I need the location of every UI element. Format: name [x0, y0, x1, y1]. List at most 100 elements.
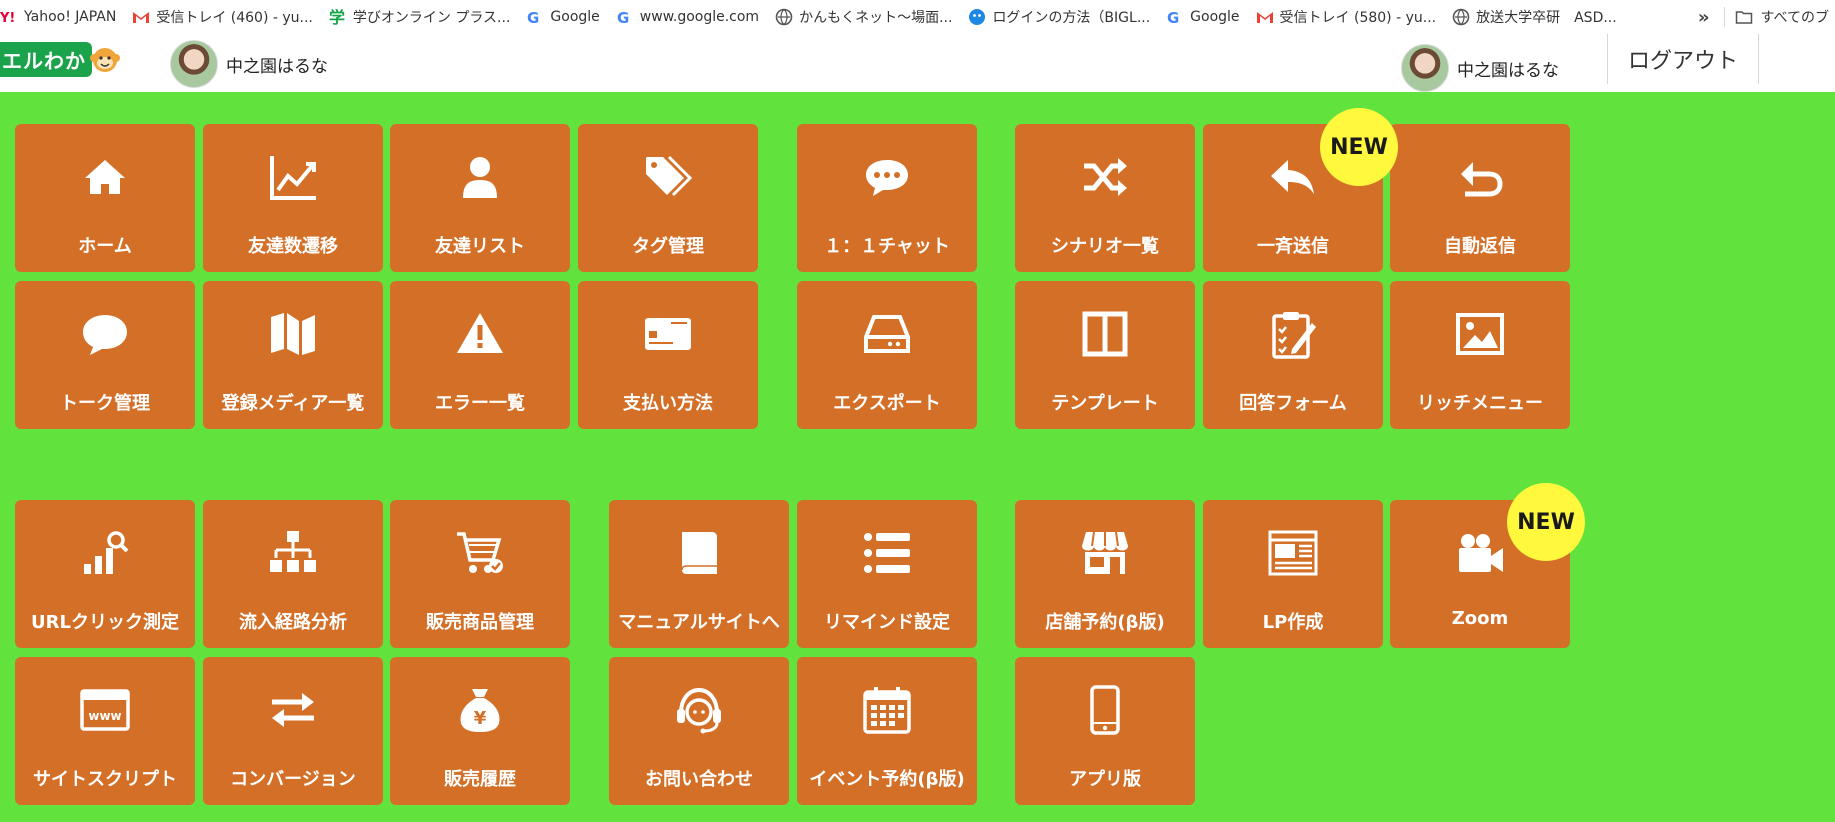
tile-one-to-one-chat[interactable]: １：１チャット [797, 124, 977, 272]
tile-auto-reply[interactable]: 自動返信 [1390, 124, 1570, 272]
bookmark-label: すべてのブ [1760, 10, 1829, 26]
bookmark-label: かんもくネット〜場面... [799, 10, 953, 26]
tile-scenario-list[interactable]: シナリオ一覧 [1015, 124, 1195, 272]
tile-rich-menu[interactable]: リッチメニュー [1390, 281, 1570, 429]
tile-media-list[interactable]: 登録メディア一覧 [203, 281, 383, 429]
webpage-icon [1268, 530, 1318, 576]
tile-payment-method[interactable]: 支払い方法 [578, 281, 758, 429]
bookmark-google-1[interactable]: G Google [526, 0, 615, 34]
tile-product-management[interactable]: 販売商品管理 [390, 500, 570, 648]
new-badge-broadcast: NEW [1320, 108, 1398, 186]
tile-label: 販売履歴 [444, 769, 516, 790]
app-header: エルわか 中之園はるな 中之園はるな ログアウト [0, 34, 1835, 92]
tile-label: 流入経路分析 [239, 612, 347, 633]
logout-button[interactable]: ログアウト [1607, 34, 1759, 84]
tile-label: URLクリック測定 [31, 612, 179, 633]
tile-contact[interactable]: お問い合わせ [609, 657, 789, 805]
tile-home[interactable]: ホーム [15, 124, 195, 272]
tile-export[interactable]: エクスポート [797, 281, 977, 429]
bookmark-label: www.google.com [639, 9, 760, 25]
tile-talk-management[interactable]: トーク管理 [15, 281, 195, 429]
globe-icon [1452, 8, 1470, 26]
tile-store-reservation[interactable]: 店舗予約(β版) [1015, 500, 1195, 648]
logo[interactable]: エルわか [0, 41, 122, 77]
user-profile-right[interactable]: 中之園はるな [1401, 44, 1559, 92]
google-icon: G [527, 9, 539, 26]
tile-label: リッチメニュー [1417, 393, 1543, 414]
reply-icon [1271, 160, 1314, 194]
tile-url-click-measure[interactable]: URLクリック測定 [15, 500, 195, 648]
store-icon [1082, 531, 1128, 574]
tile-label: LP作成 [1262, 612, 1324, 633]
smartphone-icon [1090, 685, 1120, 735]
columns-icon [1082, 311, 1128, 357]
bookmark-gmail-460[interactable]: 受信トレイ (460) - yu... [132, 0, 329, 34]
bookmark-yahoo[interactable]: Y! Yahoo! JAPAN [0, 0, 132, 34]
gmail-icon [1256, 12, 1273, 23]
bookmarks-bar: Y! Yahoo! JAPAN 受信トレイ (460) - yu... 学 学び… [0, 0, 1835, 34]
tile-label: サイトスクリプト [33, 769, 177, 790]
tile-template[interactable]: テンプレート [1015, 281, 1195, 429]
user-profile-left[interactable]: 中之園はるな [170, 40, 328, 88]
headset-icon [677, 687, 721, 734]
tile-friend-list[interactable]: 友達リスト [390, 124, 570, 272]
bookmark-housou[interactable]: 放送大学卒研 ASD... [1452, 0, 1633, 34]
tile-label: シナリオ一覧 [1051, 236, 1159, 257]
tile-answer-form[interactable]: 回答フォーム [1203, 281, 1383, 429]
tile-app-version[interactable]: アプリ版 [1015, 657, 1195, 805]
bookmark-label: Google [550, 9, 600, 25]
bookmarks-overflow-button[interactable]: » [1684, 7, 1724, 28]
bookmark-kanmoku[interactable]: かんもくネット〜場面... [775, 0, 968, 34]
bookmark-bigl[interactable]: ログインの方法（BIGL... [968, 0, 1166, 34]
svg-text:Y!: Y! [0, 11, 15, 26]
tile-label: リマインド設定 [824, 612, 950, 633]
tile-tag-management[interactable]: タグ管理 [578, 124, 758, 272]
tile-label: エクスポート [833, 393, 941, 414]
bookmark-google-com[interactable]: G www.google.com [616, 0, 775, 34]
tile-label: タグ管理 [632, 236, 704, 257]
bookmarks-all-folder[interactable]: すべてのブ [1735, 7, 1835, 27]
tile-error-list[interactable]: エラー一覧 [390, 281, 570, 429]
tile-label: イベント予約(β版) [809, 769, 965, 790]
tile-label: ホーム [78, 236, 132, 257]
tile-label: Zoom [1451, 608, 1509, 629]
sitemap-icon [270, 531, 316, 572]
tile-manual-site[interactable]: マニュアルサイトへ [609, 500, 789, 648]
tile-site-script[interactable]: www サイトスクリプト [15, 657, 195, 805]
tile-sales-history[interactable]: ¥ 販売履歴 [390, 657, 570, 805]
money-bag-icon: ¥ [460, 689, 500, 732]
tile-label: 自動返信 [1444, 236, 1516, 257]
globe-icon [775, 8, 793, 26]
svg-text:G: G [527, 9, 539, 26]
tile-label: 店舗予約(β版) [1045, 612, 1165, 633]
tile-event-reservation[interactable]: イベント予約(β版) [797, 657, 977, 805]
manabi-icon: 学 [329, 8, 345, 26]
tile-label: 販売商品管理 [426, 612, 534, 633]
bookmarks-separator [1723, 7, 1725, 27]
bookmark-gmail-580[interactable]: 受信トレイ (580) - yu... [1256, 0, 1453, 34]
svg-text:G: G [617, 9, 629, 26]
map-icon [271, 313, 315, 355]
shuffle-icon [1084, 158, 1127, 196]
bar-search-icon [84, 531, 129, 574]
tile-remind-settings[interactable]: リマインド設定 [797, 500, 977, 648]
tile-friend-count-trend[interactable]: 友達数遷移 [203, 124, 383, 272]
credit-card-icon [645, 318, 691, 350]
bookmark-label: 受信トレイ (580) - yu... [1279, 10, 1437, 26]
tile-lp-creation[interactable]: LP作成 [1203, 500, 1383, 648]
gmail-icon [133, 12, 150, 23]
bookmark-google-2[interactable]: G Google [1166, 0, 1255, 34]
list-icon [864, 533, 910, 573]
svg-text:学: 学 [329, 8, 345, 26]
bookmark-label: Yahoo! JAPAN [24, 9, 117, 25]
tile-label: 回答フォーム [1239, 393, 1347, 414]
tile-label: １：１チャット [824, 236, 950, 257]
logo-text: エルわか [0, 41, 92, 77]
warning-icon [457, 313, 503, 353]
speech-bubble-icon [83, 315, 127, 355]
tile-inflow-analysis[interactable]: 流入経路分析 [203, 500, 383, 648]
bookmark-label: 学びオンライン プラス... [352, 10, 511, 26]
bookmark-manabi[interactable]: 学 学びオンライン プラス... [329, 0, 527, 34]
bookmark-label: Google [1190, 9, 1240, 25]
tile-conversion[interactable]: コンバージョン [203, 657, 383, 805]
